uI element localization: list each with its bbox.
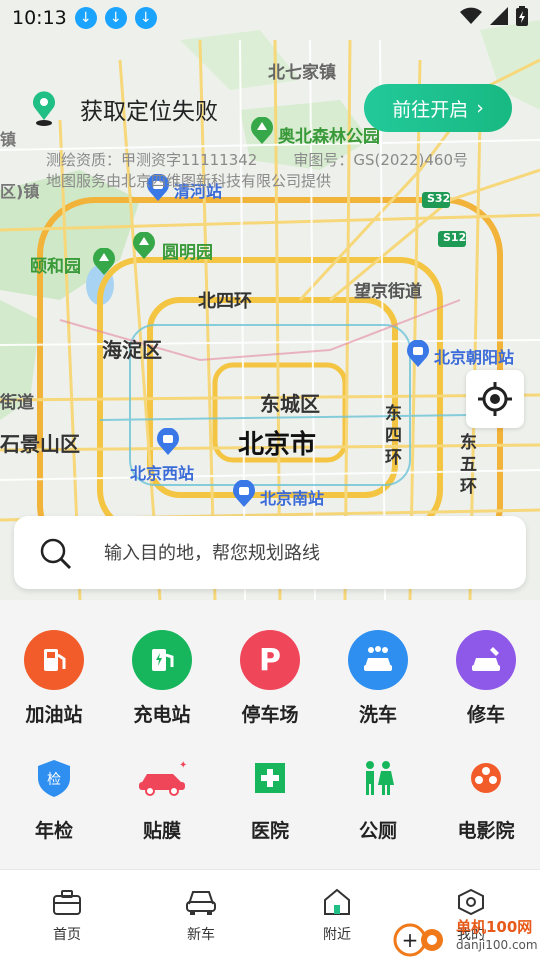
charging-station-icon bbox=[132, 630, 192, 690]
tab-home[interactable]: 首页 bbox=[22, 888, 112, 944]
location-bar: 获取定位失败 前往开启 › bbox=[0, 78, 540, 138]
category-label: 修车 bbox=[466, 704, 505, 726]
watermark-logo-icon: + bbox=[393, 923, 443, 957]
hospital-icon bbox=[240, 750, 300, 806]
map-label-chaoyang: 北京朝阳站 bbox=[434, 348, 515, 367]
briefcase-icon bbox=[53, 890, 81, 915]
tab-nearby[interactable]: 附近 bbox=[292, 888, 382, 944]
map-label-shijingshan: 石景山区 bbox=[0, 432, 80, 456]
watermark: + 单机100网 danji100.com bbox=[392, 916, 540, 960]
map-label-yiheyuan: 颐和园 bbox=[30, 257, 81, 277]
category-car-film[interactable]: ✦ 贴膜 bbox=[108, 750, 216, 843]
search-icon bbox=[40, 538, 72, 574]
category-label: 停车场 bbox=[241, 704, 299, 726]
car-icon bbox=[186, 891, 216, 915]
enable-location-button[interactable]: 前往开启 › bbox=[364, 84, 512, 132]
credit-review: 审图号：GS(2022)460号 bbox=[293, 151, 469, 169]
inspection-shield-icon: 检 bbox=[24, 750, 84, 806]
chevron-right-icon: › bbox=[476, 97, 484, 119]
category-label: 医院 bbox=[250, 820, 289, 842]
svg-text:检: 检 bbox=[47, 772, 61, 788]
wifi-icon bbox=[460, 7, 482, 24]
map-label-dongcheng: 东城区 bbox=[260, 392, 320, 416]
category-parking[interactable]: P 停车场 bbox=[216, 630, 324, 727]
category-hospital[interactable]: 医院 bbox=[216, 750, 324, 843]
category-label: 公厕 bbox=[358, 820, 397, 842]
category-label: 贴膜 bbox=[142, 820, 181, 842]
tab-label: 首页 bbox=[53, 927, 81, 943]
download-icon: ↓ bbox=[134, 7, 157, 29]
download-icon: ↓ bbox=[74, 7, 97, 29]
home-icon bbox=[324, 888, 350, 915]
car-film-icon: ✦ bbox=[132, 750, 192, 806]
category-cinema[interactable]: 电影院 bbox=[432, 750, 540, 843]
map-label-beijingnan: 北京南站 bbox=[260, 489, 325, 508]
nearby-category-grid: 加油站 充电站 P 停车场 洗车 修车 检 年检 ✦ 贴膜 医院 公厕 电影院 bbox=[0, 600, 540, 868]
film-reel-icon bbox=[456, 750, 516, 806]
crosshair-icon bbox=[478, 382, 512, 416]
my-location-button[interactable] bbox=[466, 370, 524, 428]
category-label: 充电站 bbox=[133, 704, 191, 726]
map-label-s32: S32 bbox=[427, 192, 451, 205]
status-time: 10:13 bbox=[12, 7, 67, 29]
signal-icon bbox=[490, 7, 508, 25]
svg-text:✦: ✦ bbox=[179, 760, 187, 771]
map-label-wangjing: 望京街道 bbox=[354, 282, 422, 302]
restroom-icon bbox=[348, 750, 408, 806]
category-charging-station[interactable]: 充电站 bbox=[108, 630, 216, 727]
map-label-dongsihuan: 东四环 bbox=[385, 404, 402, 468]
category-car-repair[interactable]: 修车 bbox=[432, 630, 540, 727]
enable-location-label: 前往开启 bbox=[392, 98, 469, 121]
map-label-jiedao: 街道 bbox=[0, 393, 34, 413]
credit-service: 地图服务由北京四维图新科技有限公司提供 bbox=[46, 172, 332, 190]
tab-label: 新车 bbox=[187, 927, 215, 943]
status-bar: 10:13 ↓ ↓ ↓ bbox=[0, 0, 540, 36]
map-label-haidian: 海淀区 bbox=[102, 338, 162, 362]
watermark-site: 单机100网 bbox=[456, 918, 533, 936]
map-label-yuanmingyuan: 圆明园 bbox=[162, 243, 213, 263]
battery-icon bbox=[516, 6, 528, 26]
map-label-left-town: 区)镇 bbox=[0, 182, 40, 201]
map-label-beisihuan: 北四环 bbox=[198, 291, 252, 312]
category-restroom[interactable]: 公厕 bbox=[324, 750, 432, 843]
map-label-dongwuhuan: 东五环 bbox=[460, 433, 477, 497]
map-credit: 测绘资质：甲测资字11111342 审图号：GS(2022)460号 地图服务由北… bbox=[46, 150, 504, 192]
category-label: 年检 bbox=[34, 820, 73, 842]
svg-text:+: + bbox=[402, 928, 419, 952]
car-wash-icon bbox=[348, 630, 408, 690]
fuel-pump-icon bbox=[24, 630, 84, 690]
tab-label: 附近 bbox=[323, 927, 351, 943]
parking-icon: P bbox=[240, 630, 300, 690]
destination-search-box[interactable] bbox=[14, 516, 526, 589]
tab-new-car[interactable]: 新车 bbox=[156, 888, 246, 944]
car-repair-icon bbox=[456, 630, 516, 690]
hexagon-icon bbox=[458, 888, 484, 916]
location-error-text: 获取定位失败 bbox=[80, 99, 218, 125]
category-label: 洗车 bbox=[358, 704, 397, 726]
category-label: 电影院 bbox=[457, 820, 515, 842]
category-car-wash[interactable]: 洗车 bbox=[324, 630, 432, 727]
credit-survey: 测绘资质：甲测资字11111342 bbox=[46, 151, 258, 169]
watermark-domain: danji100.com bbox=[456, 938, 538, 952]
location-pin-icon bbox=[30, 90, 58, 130]
map-label-s12: S12 bbox=[443, 231, 467, 244]
download-icon: ↓ bbox=[104, 7, 127, 29]
category-label: 加油站 bbox=[25, 704, 83, 726]
map-label-city: 北京市 bbox=[238, 430, 317, 460]
category-annual-inspection[interactable]: 检 年检 bbox=[0, 750, 108, 843]
category-gas-station[interactable]: 加油站 bbox=[0, 630, 108, 727]
destination-input[interactable] bbox=[102, 536, 506, 570]
map-label-beijingxi: 北京西站 bbox=[130, 464, 195, 483]
